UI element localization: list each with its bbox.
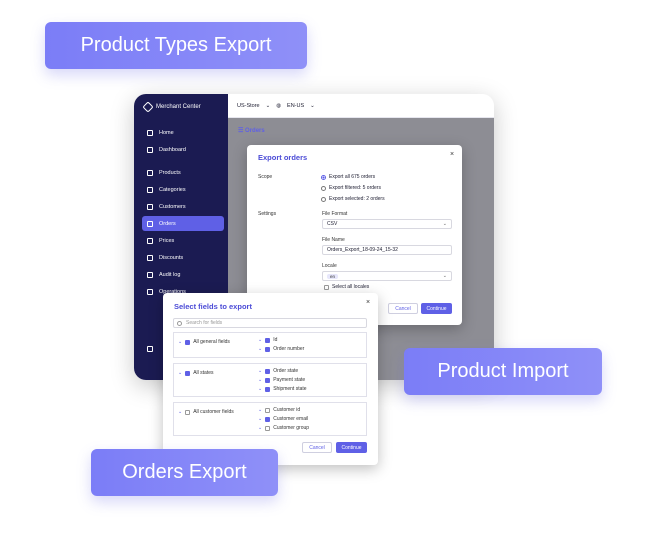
locale-selector[interactable]: EN-US	[287, 103, 304, 109]
sidebar-item-audit-log[interactable]: Audit log	[142, 267, 224, 282]
checkbox-checked-icon	[265, 377, 271, 383]
field-option[interactable]: ⌄ Customer email	[258, 416, 308, 422]
dashboard-icon	[147, 146, 153, 153]
chevron-down-icon: ⌄	[442, 273, 447, 279]
checkbox-icon	[265, 425, 271, 431]
checkbox-checked-icon	[265, 416, 271, 422]
page-title: ☰ Orders	[238, 128, 265, 134]
field-option[interactable]: ⌄ Id	[258, 337, 277, 343]
field-group-customer: ⌄ All customer fields ⌄ Customer id ⌄ Custo…	[173, 402, 367, 436]
customers-icon	[147, 203, 153, 210]
locale-label: Locale	[322, 263, 337, 269]
sidebar-item-prices[interactable]: Prices	[142, 233, 224, 248]
sidebar-item-discounts[interactable]: Discounts	[142, 250, 224, 265]
continue-button[interactable]: Continue	[421, 303, 452, 314]
prices-icon	[147, 237, 153, 244]
scope-option-all[interactable]: Export all 675 orders	[321, 174, 375, 180]
globe-icon: ◍	[276, 102, 282, 109]
field-option[interactable]: ⌄ Customer group	[258, 425, 309, 431]
locale-chip[interactable]: en	[327, 273, 339, 279]
radio-selected-icon	[321, 174, 326, 180]
checkbox-checked-icon	[185, 370, 191, 376]
field-option[interactable]: ⌄ Customer id	[258, 407, 300, 413]
cancel-button[interactable]: Cancel	[302, 442, 332, 453]
scope-label: Scope	[258, 174, 273, 180]
brand-label: Merchant Center	[156, 104, 201, 110]
checkbox-icon	[185, 409, 191, 415]
scope-option-filtered[interactable]: Export filtered: 5 orders	[321, 185, 381, 191]
cancel-button[interactable]: Cancel	[388, 303, 418, 314]
file-name-input[interactable]: Orders_Export_18-09-24_15-32	[322, 245, 452, 255]
orders-export-badge: Orders Export	[91, 449, 278, 496]
checkbox-checked-icon	[265, 337, 271, 343]
modal-title: Select fields to export	[174, 302, 252, 311]
locale-select[interactable]: en ⌄	[322, 271, 452, 281]
brand: Merchant Center	[142, 101, 201, 113]
close-icon[interactable]: ×	[366, 299, 370, 306]
modal-title: Export orders	[258, 153, 308, 162]
list-icon: ☰	[238, 128, 246, 134]
checkbox-icon	[265, 407, 271, 413]
sidebar-item-orders[interactable]: Orders	[142, 216, 224, 231]
field-option[interactable]: ⌄ Payment state	[258, 377, 305, 383]
store-selector[interactable]: US-Store	[237, 103, 260, 109]
file-format-label: File Format	[322, 211, 348, 217]
sidebar-item-customers[interactable]: Customers	[142, 199, 224, 214]
group-header[interactable]: ⌄ All states	[178, 370, 214, 376]
discounts-icon	[147, 254, 153, 261]
continue-button[interactable]: Continue	[336, 442, 367, 453]
checkbox-checked-icon	[265, 346, 271, 352]
home-icon	[147, 129, 153, 136]
audit-log-icon	[147, 271, 153, 278]
product-types-export-badge: Product Types Export	[45, 22, 307, 69]
operations-icon	[147, 288, 153, 295]
checkbox-checked-icon	[185, 339, 191, 345]
radio-icon	[321, 196, 326, 202]
sidebar-item-categories[interactable]: Categories	[142, 182, 224, 197]
field-group-general: ⌄ All general fields ⌄ Id ⌄ Order number	[173, 332, 367, 358]
checkbox-checked-icon	[265, 368, 271, 374]
chevron-down-icon: ⌄	[265, 102, 271, 109]
cart-icon	[147, 220, 153, 227]
chevron-down-icon: ⌄	[178, 339, 183, 345]
sidebar-item-dashboard[interactable]: Dashboard	[142, 142, 224, 157]
chevron-down-icon: ⌄	[310, 102, 315, 109]
group-header[interactable]: ⌄ All customer fields	[178, 409, 234, 415]
field-option[interactable]: ⌄ Shipment state	[258, 386, 307, 392]
select-fields-modal: Select fields to export × Search for fie…	[163, 293, 378, 465]
close-icon[interactable]: ×	[450, 151, 454, 158]
field-option[interactable]: ⌄ Order state	[258, 368, 298, 374]
categories-icon	[147, 186, 153, 193]
file-format-select[interactable]: CSV ⌄	[322, 219, 452, 229]
products-icon	[147, 169, 153, 176]
checkbox-icon	[324, 284, 329, 290]
product-import-badge: Product Import	[404, 348, 602, 395]
settings-label: Settings	[258, 211, 277, 217]
radio-icon	[321, 185, 326, 191]
scope-option-selected[interactable]: Export selected: 2 orders	[321, 196, 385, 202]
file-name-label: File Name	[322, 237, 345, 243]
sidebar-item-home[interactable]: Home	[142, 125, 224, 140]
field-option[interactable]: ⌄ Order number	[258, 346, 304, 352]
checkbox-checked-icon	[265, 386, 271, 392]
field-search-input[interactable]: Search for fields	[173, 318, 367, 328]
group-header[interactable]: ⌄ All general fields	[178, 339, 230, 345]
select-all-locales-checkbox[interactable]: Select all locales	[324, 284, 369, 290]
sidebar-item-products[interactable]: Products	[142, 165, 224, 180]
gear-icon	[147, 345, 153, 352]
topbar: US-Store ⌄ ◍ EN-US ⌄	[228, 94, 494, 118]
chevron-down-icon: ⌄	[178, 409, 183, 415]
chevron-down-icon: ⌄	[178, 370, 183, 376]
merchant-center-logo-icon	[142, 101, 154, 113]
search-icon	[177, 321, 182, 326]
field-group-states: ⌄ All states ⌄ Order state ⌄ Payment state …	[173, 363, 367, 397]
chevron-down-icon: ⌄	[442, 221, 447, 227]
